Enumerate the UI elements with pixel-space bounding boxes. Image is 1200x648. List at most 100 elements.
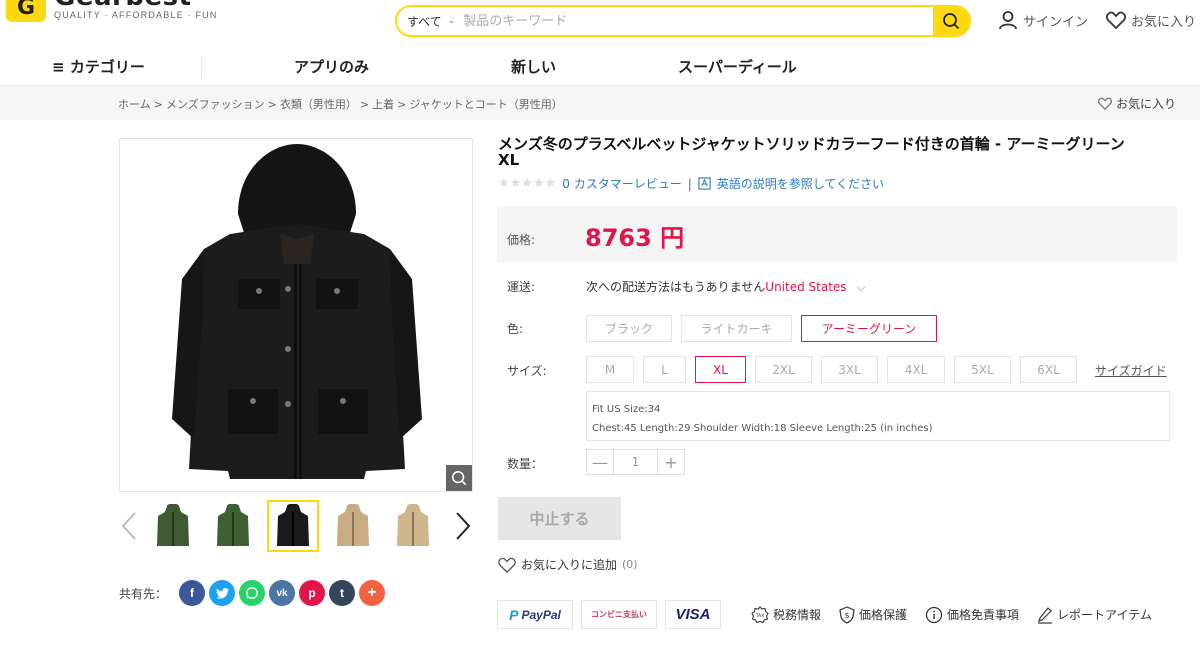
size-option-4xl[interactable]: 4XL — [887, 356, 945, 383]
quantity-label: 数量： — [507, 457, 544, 471]
add-to-favorites[interactable]: お気に入りに追加 (0) — [498, 556, 638, 573]
jacket-image — [172, 144, 422, 479]
favorite-count: (0) — [622, 558, 638, 571]
english-description-link[interactable]: 英語の説明を参照してください — [717, 175, 884, 192]
size-option-m[interactable]: M — [586, 356, 634, 383]
paypal-icon: P — [509, 606, 519, 623]
facebook-icon[interactable]: f — [179, 580, 206, 606]
search-button[interactable] — [933, 7, 969, 35]
price-value: 8763 円 — [585, 224, 685, 252]
report-item-link[interactable]: レポートアイテム — [1037, 606, 1152, 624]
share-bar: 共有先： f vk p t + — [119, 580, 386, 606]
size-option-6xl[interactable]: 6XL — [1020, 356, 1077, 383]
favorites-link[interactable]: お気に入り — [1106, 11, 1196, 30]
tax-icon: TAX — [751, 605, 769, 623]
color-option-army-green[interactable]: アーミーグリーン — [801, 315, 937, 342]
user-icon — [999, 11, 1017, 30]
price-protection-link[interactable]: $ 価格保護 — [839, 605, 907, 624]
size-option-2xl[interactable]: 2XL — [755, 356, 812, 383]
zoom-icon — [451, 470, 467, 486]
konbini-badge: コンビニ支払い — [581, 600, 657, 629]
tax-info-label: 税務情報 — [773, 608, 822, 622]
breadcrumb-favorite-label: お気に入り — [1115, 97, 1176, 111]
breadcrumb-home[interactable]: ホーム — [118, 98, 151, 111]
more-share-icon[interactable]: + — [359, 580, 386, 606]
thumbnail[interactable] — [147, 500, 199, 552]
breadcrumb-favorite[interactable]: お気に入り — [1098, 95, 1176, 112]
heart-icon — [498, 557, 516, 573]
breadcrumb-jackets[interactable]: ジャケットとコート（男性用） — [409, 98, 562, 111]
nav-super-deal[interactable]: スーパーディール — [678, 56, 797, 77]
prev-arrow[interactable] — [121, 512, 137, 544]
thumbnail[interactable] — [207, 500, 259, 552]
breadcrumb-mens-fashion[interactable]: メンズファッション — [166, 98, 265, 111]
quantity-input[interactable]: 1 — [613, 450, 658, 474]
fit-measurements-line: Chest:45 Length:29 Shoulder Width:18 Sle… — [592, 423, 933, 434]
quantity-increment[interactable]: + — [658, 450, 684, 474]
color-label: 色: — [507, 322, 524, 336]
search-bar: すべて ⌄ — [395, 5, 971, 37]
nav-categories[interactable]: ≡ カテゴリー — [52, 56, 145, 77]
review-separator: | — [687, 176, 692, 191]
size-option-xl[interactable]: XL — [695, 356, 746, 383]
heart-icon — [1098, 97, 1112, 110]
color-option-black[interactable]: ブラック — [586, 315, 672, 342]
site-header: G Gearbest QUALITY · AFFORDABLE · FUN すべ… — [0, 0, 1200, 44]
menu-icon: ≡ — [52, 58, 65, 76]
color-option-light-khaki[interactable]: ライトカーキ — [681, 315, 792, 342]
price-disclaimer-label: 価格免責事項 — [947, 608, 1020, 622]
favorites-label: お気に入り — [1131, 14, 1197, 30]
zoom-button[interactable] — [446, 465, 472, 491]
twitter-icon[interactable] — [209, 580, 236, 606]
vk-icon[interactable]: vk — [269, 580, 296, 606]
chevron-down-icon: ⌵ — [856, 280, 866, 294]
shipping-info[interactable]: 次への配送方法はもうありませんUnited States ⌵ — [586, 278, 866, 295]
search-input[interactable] — [463, 7, 933, 35]
tax-info-link[interactable]: TAX 税務情報 — [751, 605, 822, 624]
whatsapp-icon[interactable] — [239, 580, 266, 606]
pencil-icon — [1038, 606, 1053, 624]
nav-new[interactable]: 新しい — [511, 56, 556, 77]
reviews-link[interactable]: 0 カスタマーレビュー — [562, 175, 681, 192]
quantity-decrement[interactable]: — — [587, 450, 613, 474]
chevron-down-icon: ⌄ — [447, 16, 456, 26]
nav-categories-label: カテゴリー — [69, 58, 145, 76]
size-option-l[interactable]: L — [643, 356, 686, 383]
search-category-select[interactable]: すべて ⌄ — [397, 13, 463, 30]
price-box: 価格: 8763 円 — [497, 206, 1177, 262]
logo-name: Gearbest — [54, 0, 218, 10]
breadcrumb-clothing[interactable]: 衣類（男性用） — [280, 98, 357, 111]
thumbnail-strip — [119, 500, 479, 554]
visa-badge: VISA — [665, 600, 721, 629]
thumbnail-active[interactable] — [267, 500, 319, 552]
size-option-5xl[interactable]: 5XL — [954, 356, 1011, 383]
thumbnail[interactable] — [387, 500, 439, 552]
thumbnail[interactable] — [327, 500, 379, 552]
main-nav: ≡ カテゴリー アプリのみ 新しい スーパーディール — [0, 50, 1200, 86]
pinterest-icon[interactable]: p — [299, 580, 326, 606]
size-option-3xl[interactable]: 3XL — [821, 356, 878, 383]
breadcrumb-outerwear[interactable]: 上着 — [372, 98, 394, 111]
paypal-label: PayPal — [521, 607, 561, 622]
nav-app-only[interactable]: アプリのみ — [294, 56, 369, 77]
heart-icon — [1106, 11, 1126, 29]
next-arrow[interactable] — [455, 512, 471, 544]
chevron-right-icon — [456, 512, 471, 540]
rating-stars: ★★★★★ — [498, 176, 557, 191]
price-disclaimer-link[interactable]: 価格免責事項 — [925, 606, 1019, 624]
translate-icon — [698, 177, 711, 190]
tumblr-icon[interactable]: t — [329, 580, 356, 606]
search-icon — [943, 13, 960, 30]
logo-mark: G — [6, 0, 46, 22]
logo-tagline: QUALITY · AFFORDABLE · FUN — [54, 10, 218, 20]
share-label: 共有先： — [119, 586, 168, 601]
nav-divider — [201, 56, 202, 78]
info-icon — [925, 606, 943, 623]
quantity-stepper: — 1 + — [586, 449, 685, 475]
size-guide-link[interactable]: サイズガイド — [1095, 362, 1167, 379]
discontinued-button[interactable]: 中止する — [498, 497, 621, 540]
size-label: サイズ: — [507, 364, 547, 378]
signin-link[interactable]: サインイン — [998, 10, 1088, 30]
gearbest-logo[interactable]: G Gearbest QUALITY · AFFORDABLE · FUN — [6, 0, 218, 22]
product-main-image[interactable] — [119, 138, 473, 492]
